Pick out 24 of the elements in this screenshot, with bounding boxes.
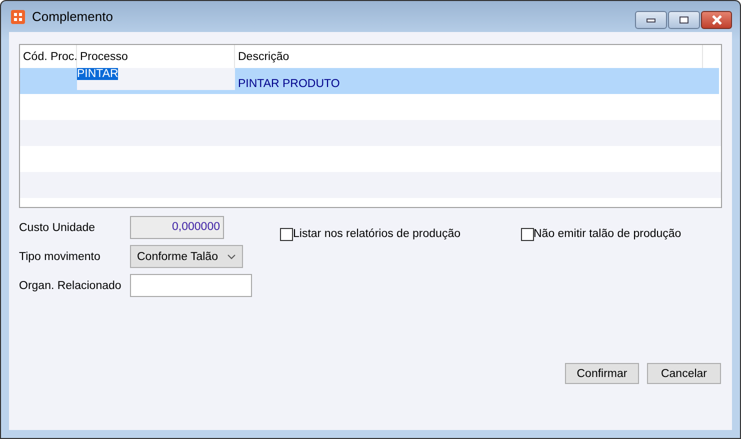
checkbox[interactable] <box>280 228 293 240</box>
app-icon <box>11 10 25 24</box>
table-row[interactable]: PINTAR PINTAR PRODUTO <box>20 68 719 94</box>
chevron-down-icon <box>227 254 236 260</box>
dialog-button[interactable]: Confirmar <box>565 363 639 384</box>
dialog-button[interactable]: Cancelar <box>647 363 721 384</box>
maximize-icon <box>679 16 689 24</box>
field-label: Tipo movimento <box>19 250 102 262</box>
checkbox-label: Não emitir talão de produção <box>534 228 682 240</box>
checkbox-label: Listar nos relatórios de produção <box>293 228 460 240</box>
window-title: Complemento <box>32 9 113 24</box>
field-label: Organ. Relacionado <box>19 280 122 292</box>
movement-type-dropdown[interactable]: Conforme Talão <box>130 245 243 268</box>
minimize-icon <box>646 17 656 23</box>
maximize-button[interactable] <box>668 11 700 29</box>
close-icon <box>710 15 722 25</box>
cost-field[interactable]: 0,000000 <box>130 216 224 239</box>
checkbox[interactable] <box>520 228 534 240</box>
input-field[interactable] <box>130 274 252 297</box>
table-cell: PINTAR PRODUTO <box>238 78 340 90</box>
close-button[interactable] <box>701 11 732 29</box>
minimize-button[interactable] <box>635 11 667 29</box>
field-label: Custo Unidade <box>19 222 96 234</box>
table-cell: PINTAR <box>77 68 118 80</box>
